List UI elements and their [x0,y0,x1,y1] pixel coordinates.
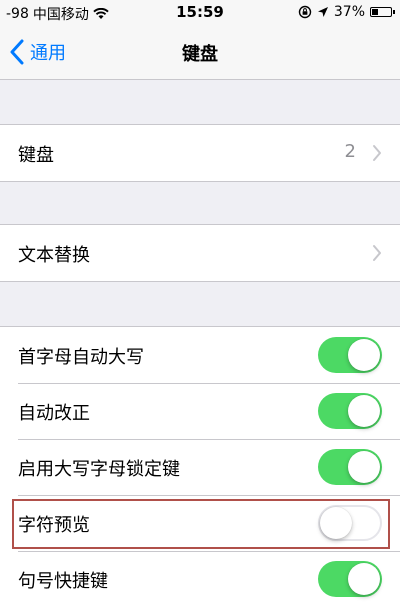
auto-correction-switch[interactable] [318,393,382,429]
page-title: 键盘 [182,44,218,65]
auto-capitalization-switch[interactable] [318,337,382,373]
toggle-row: 句号快捷键 [0,551,400,603]
toggle-row: 字符预览 [0,495,400,551]
settings-screen: -98 中国移动 15:59 37% 通用 键盘 键盘 2 文本替换 首字母自动… [0,0,400,603]
auto-correction-label: 自动改正 [18,403,90,424]
keyboards-label: 键盘 [18,145,54,166]
status-bar: -98 中国移动 15:59 37% [0,0,400,26]
text-replacement-row[interactable]: 文本替换 [0,225,400,281]
keyboards-count: 2 [344,141,356,162]
text-replacement-label: 文本替换 [18,245,90,266]
character-preview-switch[interactable] [318,505,382,541]
battery-fill [372,9,378,15]
battery-cap [393,10,395,14]
location-icon [317,7,328,17]
battery-percent: 37% [333,4,365,20]
period-shortcut-switch[interactable] [318,561,382,597]
character-preview-label: 字符预览 [18,515,90,536]
toggle-row: 首字母自动大写 [0,327,400,383]
battery-icon [370,7,395,17]
keyboards-row[interactable]: 键盘 2 [0,125,400,181]
caps-lock-label: 启用大写字母锁定键 [18,459,180,480]
switch-knob [348,451,380,483]
toggle-row: 自动改正 [0,383,400,439]
switch-knob [348,339,380,371]
status-right: 37% [298,4,395,20]
keyboards-group: 键盘 2 [0,124,400,182]
switch-knob [348,563,380,595]
chevron-right-icon [373,145,381,161]
auto-capitalization-label: 首字母自动大写 [18,347,144,368]
period-shortcut-label: 句号快捷键 [18,571,108,592]
rotation-lock-icon [298,5,312,19]
navigation-bar: 通用 键盘 [0,26,400,80]
text-replacement-group: 文本替换 [0,224,400,282]
switch-knob [348,395,380,427]
chevron-right-icon [373,245,381,261]
keyboard-options-group: 首字母自动大写 自动改正 启用大写字母锁定键 字符预览 句号快捷键 [0,326,400,603]
caps-lock-switch[interactable] [318,449,382,485]
toggle-row: 启用大写字母锁定键 [0,439,400,495]
switch-knob [320,507,352,539]
